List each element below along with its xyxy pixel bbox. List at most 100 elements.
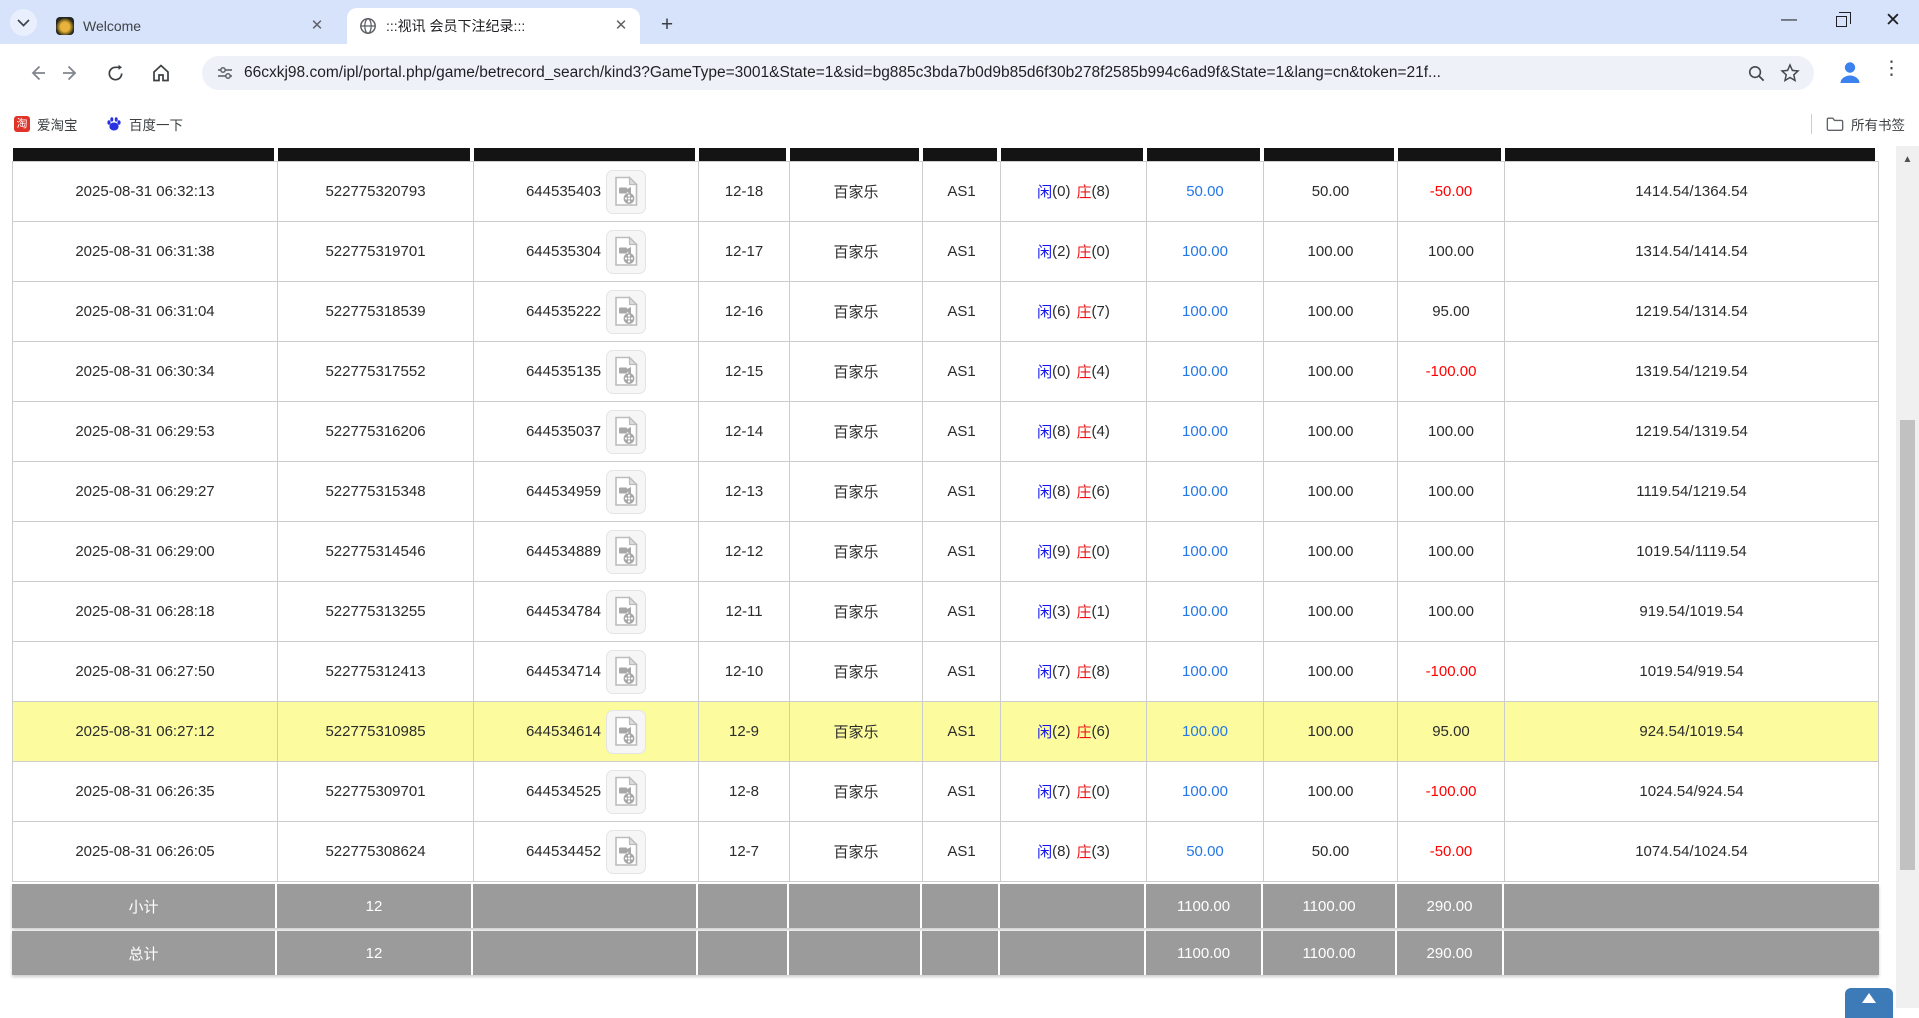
round-id: 644535304: [526, 243, 601, 260]
video-replay-button[interactable]: [606, 230, 646, 274]
all-bookmarks-button[interactable]: 所有书签: [1811, 113, 1905, 135]
zoom-icon[interactable]: [1747, 64, 1766, 83]
win-loss: 100.00: [1398, 582, 1505, 641]
bet-amount[interactable]: 100.00: [1147, 762, 1264, 821]
bookmark-taobao[interactable]: 淘 爱淘宝: [14, 113, 78, 135]
forward-button[interactable]: [56, 58, 86, 88]
close-tab-icon[interactable]: ✕: [308, 17, 326, 35]
game-name: 百家乐: [790, 342, 923, 401]
win-loss: -100.00: [1398, 642, 1505, 701]
video-replay-button[interactable]: [606, 590, 646, 634]
address-bar[interactable]: 66cxkj98.com/ipl/portal.php/game/betreco…: [202, 56, 1814, 90]
bet-amount[interactable]: 100.00: [1147, 222, 1264, 281]
game-result: 闲(9)庄(0): [1001, 522, 1147, 581]
round-id: 644534714: [526, 663, 601, 680]
restore-icon: [1836, 16, 1847, 27]
bet-id: 522775310985: [278, 702, 474, 761]
back-button[interactable]: [22, 58, 52, 88]
bookmark-baidu[interactable]: 百度一下: [106, 113, 183, 135]
bet-amount[interactable]: 100.00: [1147, 402, 1264, 461]
video-replay-button[interactable]: [606, 170, 646, 214]
player-points: (0): [1052, 363, 1070, 380]
player-points: (3): [1052, 603, 1070, 620]
balance: 919.54/1019.54: [1505, 582, 1879, 641]
new-tab-button[interactable]: +: [653, 12, 681, 40]
table-row: 2025-08-31 06:29:53 522775316206 6445350…: [13, 402, 1879, 462]
reload-button[interactable]: [100, 58, 130, 88]
video-replay-button[interactable]: [606, 470, 646, 514]
video-replay-button[interactable]: [606, 650, 646, 694]
video-replay-button[interactable]: [606, 530, 646, 574]
scrollbar-thumb[interactable]: [1900, 420, 1915, 870]
account: AS1: [923, 582, 1001, 641]
round-id: 644534614: [526, 723, 601, 740]
table-number: 12-13: [699, 462, 790, 521]
summary-valid-amount: 1100.00: [1263, 931, 1397, 975]
player-points: (0): [1052, 183, 1070, 200]
bet-amount[interactable]: 100.00: [1147, 582, 1264, 641]
banker-label: 庄: [1077, 241, 1092, 262]
player-label: 闲: [1037, 721, 1052, 742]
all-bookmarks-label: 所有书签: [1851, 114, 1905, 134]
vertical-scrollbar[interactable]: ▲: [1896, 146, 1919, 1008]
home-button[interactable]: [146, 58, 176, 88]
round-id-cell: 644534452: [474, 822, 699, 881]
restore-button[interactable]: [1815, 0, 1867, 40]
scrollbar-up-arrow[interactable]: ▲: [1896, 154, 1919, 165]
banker-label: 庄: [1077, 841, 1092, 862]
browser-menu-icon[interactable]: ⋮: [1882, 57, 1901, 80]
round-id-cell: 644534714: [474, 642, 699, 701]
game-result: 闲(0)庄(8): [1001, 162, 1147, 221]
win-loss: -100.00: [1398, 342, 1505, 401]
banker-points: (6): [1092, 483, 1110, 500]
video-replay-button[interactable]: [606, 710, 646, 754]
bookmarks-bar: 淘 爱淘宝 百度一下 所有书签: [0, 102, 1919, 146]
game-result: 闲(6)庄(7): [1001, 282, 1147, 341]
scroll-top-button[interactable]: [1845, 988, 1893, 1018]
bet-time: 2025-08-31 06:29:00: [13, 522, 278, 581]
video-replay-button[interactable]: [606, 350, 646, 394]
tab-bet-record[interactable]: :::视讯 会员下注纪录::: ✕: [347, 8, 640, 44]
banker-points: (8): [1092, 663, 1110, 680]
arrow-up-icon: [1862, 993, 1876, 1003]
bet-id: 522775316206: [278, 402, 474, 461]
bookmark-star-icon[interactable]: [1780, 63, 1800, 83]
bet-amount[interactable]: 100.00: [1147, 342, 1264, 401]
site-settings-icon[interactable]: [216, 64, 234, 82]
minimize-button[interactable]: —: [1763, 0, 1815, 40]
summary-row: 小计 12 1100.00 1100.00 290.00: [12, 884, 1879, 928]
bet-amount[interactable]: 100.00: [1147, 282, 1264, 341]
summary-win-loss: 290.00: [1397, 931, 1504, 975]
bet-amount[interactable]: 100.00: [1147, 462, 1264, 521]
tab-welcome[interactable]: Welcome ✕: [44, 8, 336, 44]
account: AS1: [923, 522, 1001, 581]
profile-avatar-icon[interactable]: [1836, 58, 1864, 86]
player-points: (7): [1052, 663, 1070, 680]
bet-amount[interactable]: 100.00: [1147, 702, 1264, 761]
close-window-button[interactable]: ✕: [1867, 0, 1919, 40]
video-replay-button[interactable]: [606, 830, 646, 874]
summary-count: 12: [277, 931, 473, 975]
video-replay-button[interactable]: [606, 290, 646, 334]
banker-label: 庄: [1077, 601, 1092, 622]
table-body: 2025-08-31 06:32:13 522775320793 6445354…: [12, 161, 1879, 882]
banker-label: 庄: [1077, 661, 1092, 682]
tab-search-button[interactable]: [10, 9, 37, 36]
folder-icon: [1826, 116, 1844, 132]
bet-amount[interactable]: 100.00: [1147, 522, 1264, 581]
table-row: 2025-08-31 06:27:12 522775310985 6445346…: [13, 702, 1879, 762]
banker-points: (0): [1092, 783, 1110, 800]
win-loss: 95.00: [1398, 702, 1505, 761]
chevron-down-icon: [17, 19, 30, 27]
bet-time: 2025-08-31 06:26:35: [13, 762, 278, 821]
video-replay-button[interactable]: [606, 410, 646, 454]
bet-id: 522775318539: [278, 282, 474, 341]
bet-id: 522775320793: [278, 162, 474, 221]
close-tab-icon[interactable]: ✕: [612, 17, 630, 35]
bet-amount[interactable]: 50.00: [1147, 822, 1264, 881]
bet-amount[interactable]: 50.00: [1147, 162, 1264, 221]
bet-time: 2025-08-31 06:32:13: [13, 162, 278, 221]
bet-amount[interactable]: 100.00: [1147, 642, 1264, 701]
video-replay-button[interactable]: [606, 770, 646, 814]
round-id-cell: 644535037: [474, 402, 699, 461]
